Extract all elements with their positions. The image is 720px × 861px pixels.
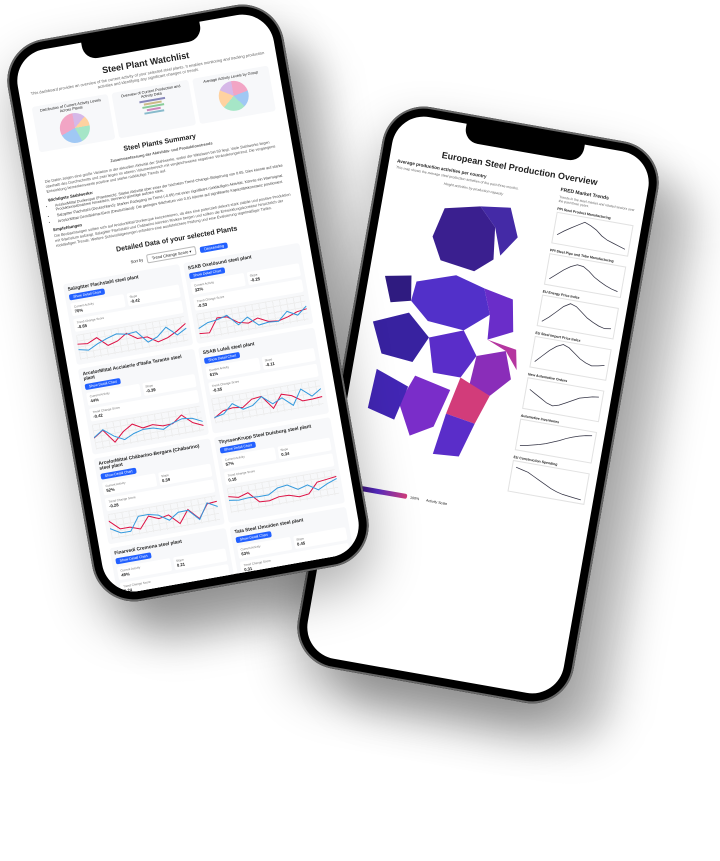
pie-card-groups: Average Activity Levels by Group [192,66,276,125]
sort-label: Sort by [130,257,143,264]
fred-chart: PPI Steel Pipe and Tube Manufacturing [544,248,627,298]
fred-chart: EU Construction Spending [507,455,590,505]
plant-card: SSAB Luleå steel plantShow Detail ChartC… [198,328,329,434]
order-button[interactable]: Descending [200,242,229,253]
fred-chart: PPI Steel Product Manufacturing [551,207,634,257]
plant-card: ArcelorMittal Acciaierie d'Italia Tarant… [78,349,209,455]
pie-chart-icon [57,111,92,146]
pie-chart-icon [217,79,252,114]
plant-card: SSAB Oxelösund steel plantShow Detail Ch… [183,243,313,344]
pie-card-overview: Overview of Current Production and Activ… [112,80,196,139]
sort-value: Trend Change Score [152,249,189,260]
fred-chart: EU Energy Price Index [537,290,620,340]
fred-chart: EU Steel Import Price Index [529,331,612,381]
plant-card: Salzgitter Flachstahl steel plantShow De… [63,264,193,365]
fred-chart: Automotive Inventories [515,414,598,464]
legend-hi: 100% [410,495,420,501]
bar-chart-icon [139,97,167,115]
pie-card-activity-dist: Distribution of Current Activity Levels … [32,94,116,153]
legend-label: Activity Scale [426,498,448,506]
sort-select[interactable]: Trend Change Score ▾ [146,246,197,264]
fred-chart: New Automotive Orders [522,372,605,422]
plant-card: ArcelorMittal Châbarino-Bergara (Chäbari… [94,439,225,545]
plant-card: ThyssenKrupp Steel Duisburg steel plantS… [214,417,345,523]
